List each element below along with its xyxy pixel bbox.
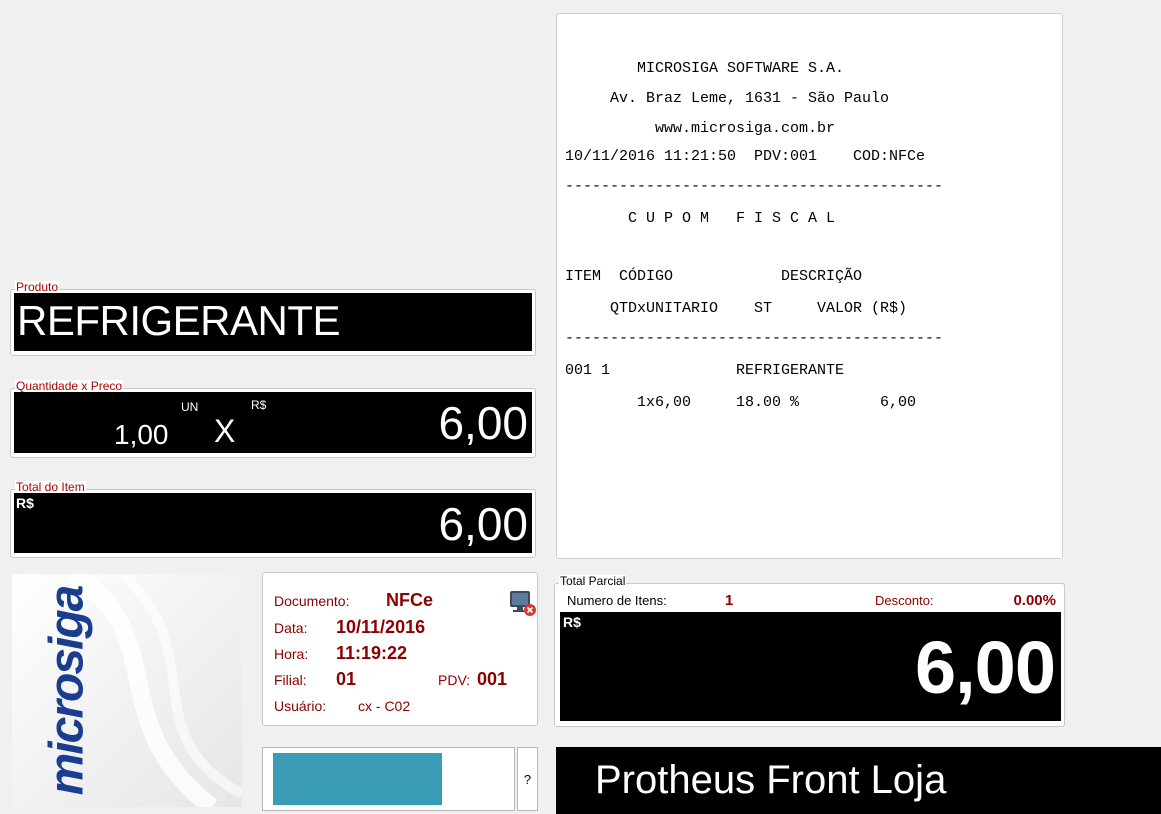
receipt-line: QTDxUNITARIO ST VALOR (R$) [565, 300, 908, 317]
desconto-label: Desconto: [875, 593, 934, 608]
total-parcial-label: Total Parcial [559, 574, 627, 588]
hora-value: 11:19:22 [336, 643, 408, 663]
receipt-line: ITEM CÓDIGO DESCRIÇÃO [565, 268, 863, 285]
logo-text: microsiga [40, 586, 94, 796]
documento-value: NFCe [386, 590, 434, 610]
footer-title: Protheus Front Loja [595, 758, 947, 802]
data-value: 10/11/2016 [336, 617, 426, 637]
receipt-line: ----------------------------------------… [565, 330, 944, 347]
price-value: 6,00 [438, 397, 528, 449]
receipt-line: 10/11/2016 11:21:50 PDV:001 COD:NFCe [565, 148, 926, 165]
usuario-value: cx - C02 [358, 698, 411, 714]
produto-group: Produto REFRIGERANTE [10, 281, 536, 356]
numero-itens-value: 1 [725, 592, 734, 609]
quantidade-preco-group: Quantidade x Preco 1,00 UN X R$ 6,00 [10, 380, 536, 458]
total-item-currency: R$ [16, 495, 34, 511]
documento-label: Documento: [274, 593, 350, 609]
microsiga-logo: microsiga [12, 574, 242, 807]
unit-label: UN [181, 400, 199, 414]
total-parcial-value: 6,00 [914, 626, 1056, 709]
usuario-label: Usuário: [274, 698, 327, 714]
receipt-line: 001 1 REFRIGERANTE [565, 362, 845, 379]
help-button-label: ? [523, 772, 532, 787]
footer-title-bar: Protheus Front Loja [556, 747, 1161, 814]
numero-itens-label: Numero de Itens: [567, 593, 667, 608]
produto-display: REFRIGERANTE [14, 293, 532, 351]
desconto-value: 0.00% [1013, 592, 1056, 609]
receipt-line: ----------------------------------------… [565, 178, 944, 195]
total-item-group: Total do Item R$ 6,00 [10, 481, 536, 558]
help-button[interactable]: ? [517, 747, 538, 811]
quantidade-preco-display: 1,00 UN X R$ 6,00 [14, 392, 532, 453]
data-label: Data: [274, 620, 308, 636]
receipt-line: 1x6,00 18.00 % 6,00 [565, 394, 917, 411]
hora-label: Hora: [274, 646, 309, 662]
receipt-panel: MICROSIGA SOFTWARE S.A. Av. Braz Leme, 1… [556, 13, 1063, 559]
filial-value: 01 [336, 669, 357, 689]
receipt-line: C U P O M F I S C A L [565, 210, 836, 227]
receipt-line: www.microsiga.com.br [565, 120, 836, 137]
pdv-label: PDV: [438, 672, 471, 688]
progress-fill [273, 753, 442, 805]
price-currency-label: R$ [251, 398, 267, 412]
receipt-line: MICROSIGA SOFTWARE S.A. [565, 60, 845, 77]
offline-monitor-icon[interactable] [509, 589, 537, 617]
receipt-line: Av. Braz Leme, 1631 - São Paulo [565, 90, 890, 107]
pdv-value: 001 [477, 669, 508, 689]
quantity-value: 1,00 [114, 419, 169, 450]
total-item-display: R$ 6,00 [14, 493, 532, 553]
document-info-panel: Documento: NFCe Data: 10/11/2016 Hora: 1… [262, 572, 538, 726]
produto-value: REFRIGERANTE [17, 297, 341, 344]
total-item-value: 6,00 [438, 498, 528, 550]
times-sign: X [214, 413, 236, 449]
progress-bar [262, 747, 515, 811]
total-parcial-group: Total Parcial Numero de Itens: 1 Descont… [554, 575, 1065, 727]
filial-label: Filial: [274, 672, 307, 688]
total-parcial-display: R$ 6,00 [560, 612, 1061, 721]
total-parcial-currency: R$ [563, 614, 581, 630]
